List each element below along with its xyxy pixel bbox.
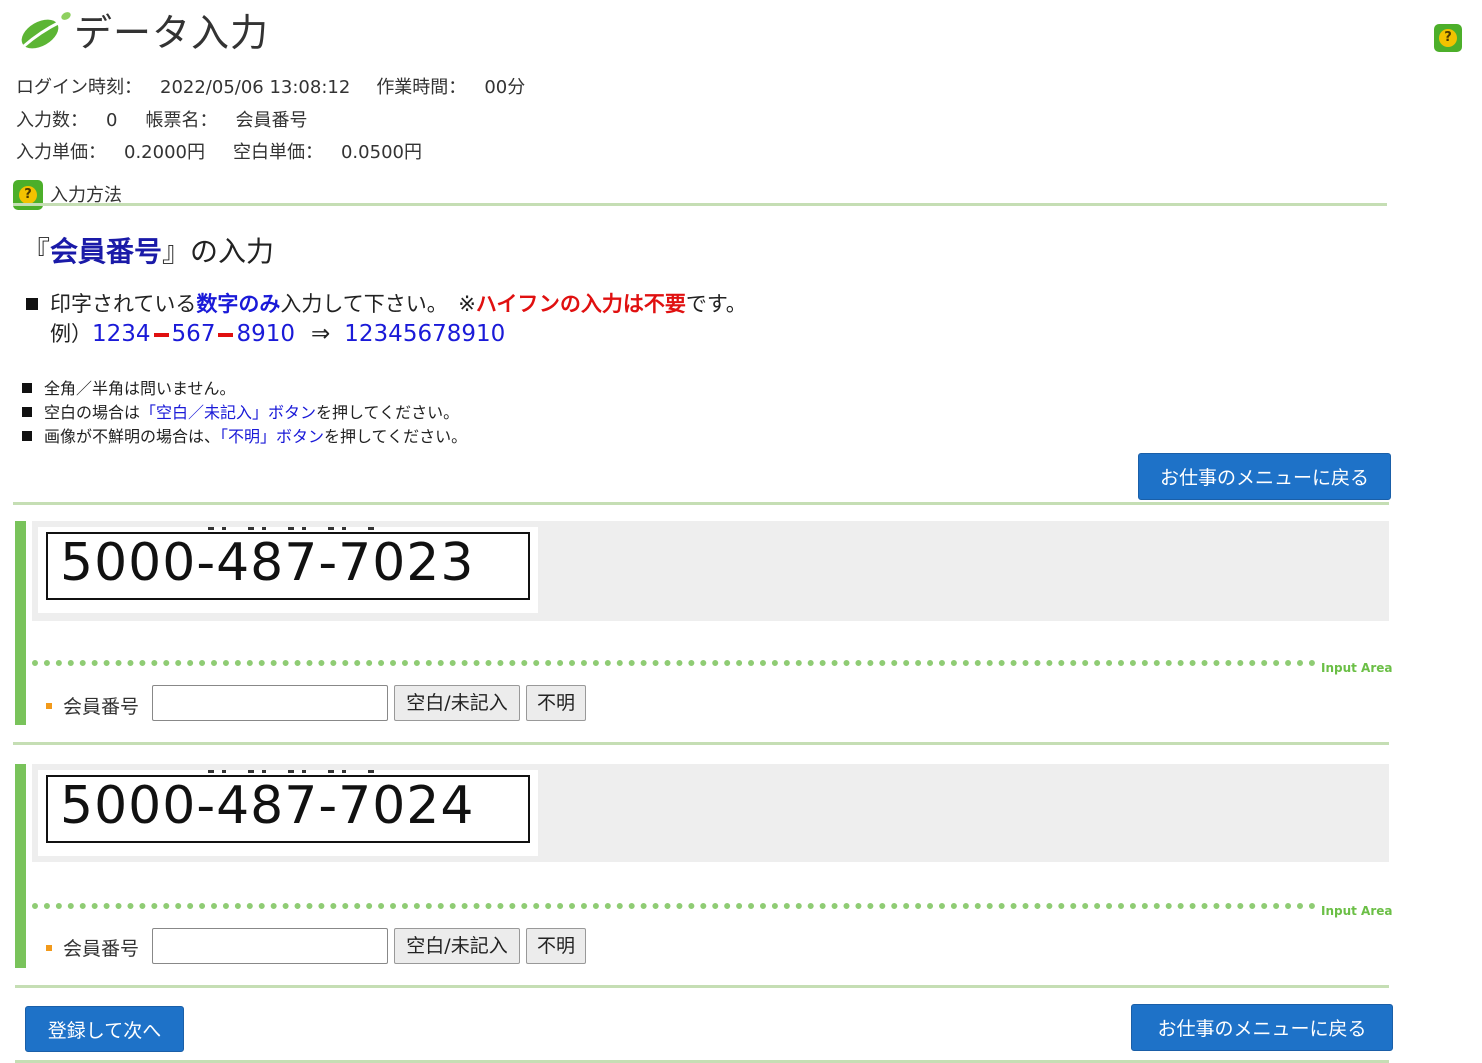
heading-bracket-close: 』の入力	[162, 235, 275, 268]
unknown-button[interactable]: 不明	[526, 685, 586, 721]
field-image-text: 5000-487-7024	[60, 776, 475, 836]
unit-price-label: 入力単価：	[16, 142, 106, 163]
note-blank-suffix: を押してください。	[316, 403, 460, 422]
example-part-3: 8910	[236, 321, 295, 347]
input-area-label: Input Area	[1321, 904, 1393, 918]
example-part-1: 1234	[92, 321, 151, 347]
back-to-menu-button[interactable]: お仕事のメニューに戻る	[1138, 453, 1391, 500]
field-image-text: 5000-487-7023	[60, 533, 475, 593]
example-result: 12345678910	[344, 321, 506, 347]
leaf-logo-icon	[14, 8, 72, 54]
note-unknown-link: 「不明」ボタン	[220, 427, 325, 446]
red-hyphen	[218, 332, 234, 337]
example-part-2: 567	[171, 321, 216, 347]
login-time-label: ログイン時刻：	[16, 77, 142, 98]
page-title: データ入力	[74, 11, 270, 55]
field-image: 5000-487-7024	[38, 770, 538, 856]
field-heading: 『会員番号』の入力	[22, 230, 274, 270]
note-unknown-prefix: 画像が不鮮明の場合は、	[44, 427, 221, 446]
field-bullet	[46, 703, 52, 709]
heading-bracket-open: 『	[22, 235, 51, 268]
question-help-icon[interactable]: ?	[1434, 24, 1462, 52]
example-arrow: ⇒	[311, 321, 331, 347]
field-label: 会員番号	[63, 938, 140, 960]
divider	[15, 985, 1389, 988]
form-name-label: 帳票名：	[145, 110, 218, 131]
input-area-divider	[32, 903, 1316, 909]
input-area-divider	[32, 660, 1316, 666]
input-count-label: 入力数：	[16, 110, 88, 131]
blank-button[interactable]: 空白/未記入	[394, 928, 520, 964]
rule-suffix: です。	[685, 292, 747, 316]
rule-line: 印字されている数字のみ入力して下さい。 ※ハイフンの入力は不要です。	[26, 288, 747, 318]
session-info-row-3: 入力単価： 0.2000円 空白単価： 0.0500円	[16, 138, 422, 164]
example-label: 例）	[50, 322, 92, 346]
session-info-row-1: ログイン時刻： 2022/05/06 13:08:12 作業時間： 00分	[16, 73, 525, 99]
unit-price-value: 0.2000円	[124, 142, 205, 163]
field-label: 会員番号	[63, 696, 140, 718]
rule-warning: ハイフンの入力は不要	[475, 292, 686, 316]
note-blank-link: 「空白／未記入」ボタン	[140, 403, 317, 422]
note-blank-prefix: 空白の場合は	[44, 403, 141, 422]
note-width: 全角／半角は問いません。	[22, 375, 236, 399]
member-number-input[interactable]	[152, 685, 388, 721]
blank-button[interactable]: 空白/未記入	[394, 685, 520, 721]
work-time-value: 00分	[484, 77, 526, 98]
login-time-value: 2022/05/06 13:08:12	[160, 77, 351, 98]
heading-field-name: 会員番号	[50, 235, 163, 268]
form-name-value: 会員番号	[235, 110, 308, 131]
example-line: 例）1234 567 8910 ⇒ 12345678910	[50, 318, 505, 348]
entry-marker	[15, 764, 26, 968]
input-area-label: Input Area	[1321, 661, 1393, 675]
rule-emphasis: 数字のみ	[196, 292, 281, 316]
divider	[13, 502, 1389, 505]
unknown-button[interactable]: 不明	[526, 928, 586, 964]
red-hyphen	[153, 332, 169, 337]
note-unknown: 画像が不鮮明の場合は、「不明」ボタンを押してください。	[22, 423, 467, 447]
note-width-text: 全角／半角は問いません。	[44, 379, 236, 398]
back-to-menu-button[interactable]: お仕事のメニューに戻る	[1131, 1004, 1393, 1051]
entry-marker	[15, 521, 26, 725]
blank-unit-price-label: 空白単価：	[232, 142, 323, 163]
field-bullet	[46, 945, 52, 951]
divider	[13, 742, 1389, 745]
note-unknown-suffix: を押してください。	[324, 427, 468, 446]
register-next-button[interactable]: 登録して次へ	[25, 1006, 184, 1052]
blank-unit-price-value: 0.0500円	[340, 142, 422, 163]
field-image: 5000-487-7023	[38, 527, 538, 613]
divider	[13, 203, 1387, 206]
rule-middle: 入力して下さい。 ※	[280, 292, 476, 316]
note-blank: 空白の場合は「空白／未記入」ボタンを押してください。	[22, 399, 459, 423]
member-number-input[interactable]	[152, 928, 388, 964]
input-count-value: 0	[106, 110, 118, 131]
session-info-row-2: 入力数： 0 帳票名： 会員番号	[16, 106, 307, 132]
work-time-label: 作業時間：	[376, 77, 467, 98]
rule-prefix: 印字されている	[50, 292, 197, 316]
